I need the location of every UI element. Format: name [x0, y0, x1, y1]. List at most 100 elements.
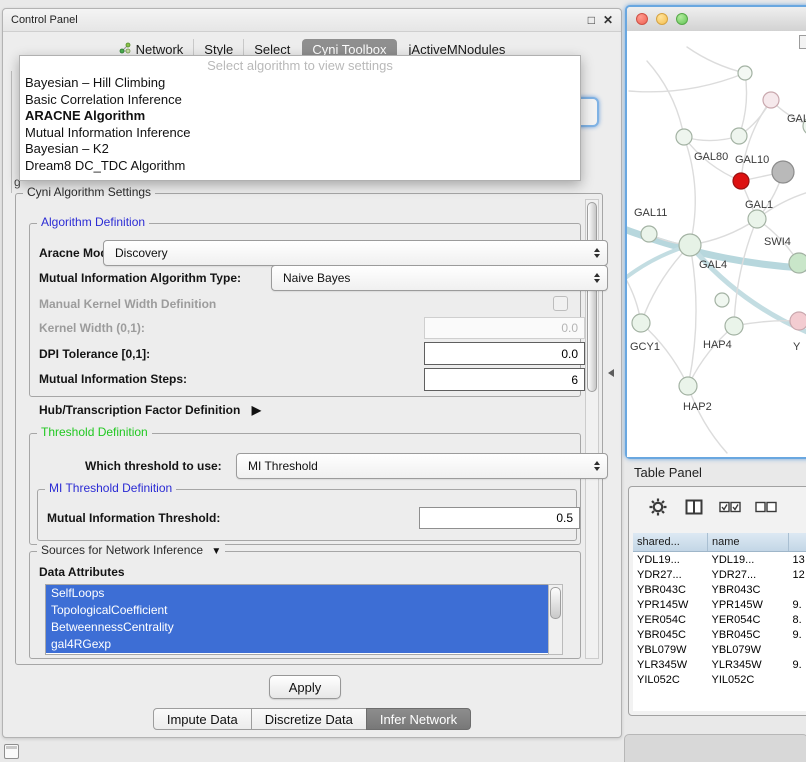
network-node-hap4[interactable]	[725, 317, 743, 335]
network-node-gal11[interactable]	[641, 226, 657, 242]
table-row[interactable]: YBL079WYBL079W	[633, 642, 806, 657]
mode-tab-infer-network[interactable]: Infer Network	[366, 708, 471, 730]
panel-collapse-arrow-icon[interactable]	[608, 369, 614, 377]
network-node-y[interactable]	[790, 312, 806, 330]
algorithm-option-basic-correlation-inference[interactable]: Basic Correlation Inference	[20, 92, 580, 109]
table-cell[interactable]: 12	[789, 567, 806, 582]
table-cell[interactable]: YDR27...	[633, 567, 708, 582]
table-cell[interactable]: YLR345W	[633, 657, 708, 672]
table-cell[interactable]: YIL052C	[708, 672, 789, 687]
table-cell[interactable]: YBR043C	[633, 582, 708, 597]
attribute-item-betweennesscentrality[interactable]: BetweennessCentrality	[46, 619, 548, 636]
table-cell[interactable]: YPR145W	[708, 597, 789, 612]
float-window-icon[interactable]: □	[588, 14, 595, 26]
network-node[interactable]	[763, 92, 779, 108]
algorithm-option-dream8-dc-tdc-algorithm[interactable]: Dream8 DC_TDC Algorithm	[20, 158, 580, 175]
attribute-item-selfloops[interactable]: SelfLoops	[46, 585, 548, 602]
network-edge[interactable]	[734, 219, 757, 326]
which-threshold-combobox[interactable]: MI Threshold	[236, 453, 608, 479]
network-edge[interactable]	[688, 245, 696, 386]
network-node[interactable]	[772, 161, 794, 183]
minimize-traffic-light[interactable]	[656, 13, 668, 25]
network-node-hap2[interactable]	[679, 377, 697, 395]
zoom-traffic-light[interactable]	[676, 13, 688, 25]
collapsed-panel-strip[interactable]	[624, 734, 806, 762]
network-node-gal1[interactable]	[748, 210, 766, 228]
table-cell[interactable]: 13	[789, 552, 806, 568]
network-window-titlebar[interactable]	[627, 7, 806, 32]
hub-definition-toggle[interactable]: Hub/Transcription Factor Definition ▶	[39, 403, 261, 417]
mode-tab-discretize-data[interactable]: Discretize Data	[251, 708, 367, 730]
table-cell[interactable]: YER054C	[708, 612, 789, 627]
table-cell[interactable]: 9.	[789, 597, 806, 612]
network-node-gal4[interactable]	[679, 234, 701, 256]
columns-icon[interactable]	[683, 496, 705, 518]
network-node-gal10[interactable]	[733, 173, 749, 189]
network-edge[interactable]	[687, 47, 745, 73]
table-cell[interactable]: YDL19...	[633, 552, 708, 568]
attribute-item-topologicalcoefficient[interactable]: TopologicalCoefficient	[46, 602, 548, 619]
table-row[interactable]: YIL052CYIL052C	[633, 672, 806, 687]
algorithm-option-aracne-algorithm[interactable]: ARACNE Algorithm	[20, 108, 580, 125]
network-node-gal80[interactable]	[676, 129, 692, 145]
table-cell[interactable]: YPR145W	[633, 597, 708, 612]
column-header-name[interactable]: name	[708, 533, 789, 552]
table-cell[interactable]: 9.	[789, 627, 806, 642]
table-row[interactable]: YBR043CYBR043C	[633, 582, 806, 597]
mi-threshold-field[interactable]: 0.5	[419, 507, 580, 529]
network-edge[interactable]	[641, 323, 688, 386]
network-canvas[interactable]: GAL80GAL10GAL1GAL4SWI4YGCY1HAP4HAP2GAL11…	[627, 31, 806, 457]
algorithm-option-mutual-information-inference[interactable]: Mutual Information Inference	[20, 125, 580, 142]
network-edge[interactable]	[629, 73, 745, 92]
settings-scrollbar-thumb[interactable]	[587, 202, 597, 392]
network-graph[interactable]: GAL80GAL10GAL1GAL4SWI4YGCY1HAP4HAP2GAL11…	[627, 31, 806, 457]
table-cell[interactable]: YBR043C	[708, 582, 789, 597]
network-node-gcy1[interactable]	[632, 314, 650, 332]
table-cell[interactable]: YER054C	[633, 612, 708, 627]
table-cell[interactable]: 8.	[789, 612, 806, 627]
mode-tab-impute-data[interactable]: Impute Data	[153, 708, 252, 730]
sources-title-toggle[interactable]: Sources for Network Inference ▼	[37, 543, 225, 557]
network-node[interactable]	[738, 66, 752, 80]
table-cell[interactable]: YBR045C	[633, 627, 708, 642]
network-edge[interactable]	[641, 245, 690, 323]
table-cell[interactable]: YBL079W	[708, 642, 789, 657]
network-node-swi4[interactable]	[789, 253, 806, 273]
algorithm-option-bayesian-hill-climbing[interactable]: Bayesian – Hill Climbing	[20, 75, 580, 92]
mi-type-combobox[interactable]: Naive Bayes	[271, 265, 608, 291]
table-row[interactable]: YER054CYER054C8.	[633, 612, 806, 627]
network-edge[interactable]	[647, 61, 684, 137]
table-cell[interactable]: 9.	[789, 657, 806, 672]
gear-icon[interactable]	[647, 496, 669, 518]
network-edge[interactable]	[739, 73, 747, 136]
table-cell[interactable]: YBL079W	[633, 642, 708, 657]
table-cell[interactable]	[789, 582, 806, 597]
table-cell[interactable]: YBR045C	[708, 627, 789, 642]
apply-button[interactable]: Apply	[269, 675, 341, 699]
mi-steps-field[interactable]: 6	[424, 368, 585, 391]
table-cell[interactable]: YLR345W	[708, 657, 789, 672]
attribute-item-gal4rgexp[interactable]: gal4RGexp	[46, 636, 548, 653]
network-node[interactable]	[731, 128, 747, 144]
select-columns-icon[interactable]	[719, 496, 741, 518]
table-row[interactable]: YDL19...YDL19...13	[633, 552, 806, 568]
column-header-shared[interactable]: shared...	[633, 533, 708, 552]
table-row[interactable]: YLR345WYLR345W9.	[633, 657, 806, 672]
table-cell[interactable]: YDL19...	[708, 552, 789, 568]
aracne-mode-combobox[interactable]: Discovery	[103, 240, 608, 266]
node-table-grid[interactable]: shared...nameYDL19...YDL19...13YDR27...Y…	[633, 533, 806, 687]
restore-panel-icon[interactable]	[4, 744, 19, 759]
table-cell[interactable]	[789, 642, 806, 657]
algorithm-option-bayesian-k2[interactable]: Bayesian – K2	[20, 141, 580, 158]
close-window-icon[interactable]: ✕	[603, 14, 613, 26]
table-row[interactable]: YDR27...YDR27...12	[633, 567, 806, 582]
table-row[interactable]: YPR145WYPR145W9.	[633, 597, 806, 612]
table-cell[interactable]	[789, 672, 806, 687]
unselect-columns-icon[interactable]	[755, 496, 777, 518]
table-cell[interactable]: YIL052C	[633, 672, 708, 687]
table-cell[interactable]: YDR27...	[708, 567, 789, 582]
birdseye-toggle-icon[interactable]	[799, 35, 806, 49]
attributes-scrollbar-thumb[interactable]	[550, 587, 561, 619]
network-node[interactable]	[715, 293, 729, 307]
attributes-scrollbar[interactable]	[548, 584, 563, 655]
